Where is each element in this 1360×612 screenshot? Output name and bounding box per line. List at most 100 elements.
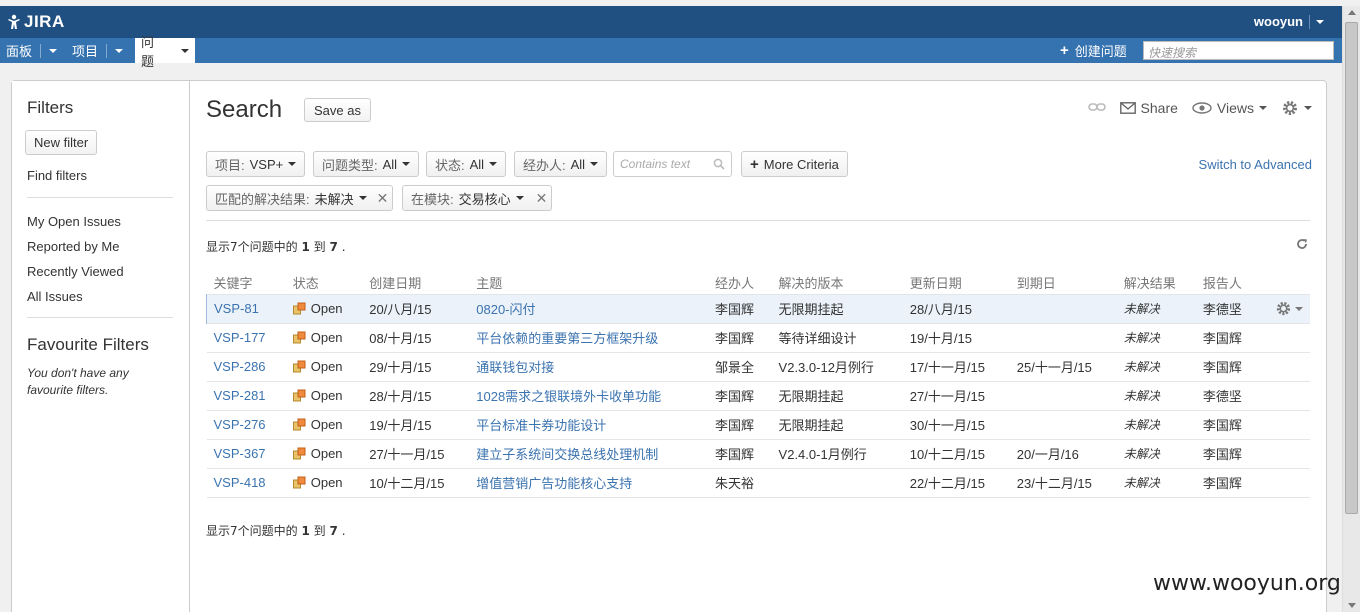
page-scrollbar[interactable] [1342, 6, 1360, 612]
column-header-due[interactable]: 到期日 [1010, 272, 1117, 294]
status: Open [310, 301, 343, 316]
column-header-created[interactable]: 创建日期 [362, 272, 469, 294]
issue-key-link[interactable]: VSP-286 [214, 359, 266, 374]
cell-reporter: 李德坚 [1195, 380, 1260, 410]
plus-icon: + [750, 155, 759, 173]
issue-key-link[interactable]: VSP-367 [214, 446, 266, 461]
criteria-value: All [469, 156, 485, 172]
due-date: 23/十二月/15 [1016, 476, 1092, 491]
chevron-down-icon [402, 162, 411, 166]
cell-issue-key: VSP-281 [206, 380, 286, 410]
cell-updated-date: 27/十一月/15 [902, 380, 1010, 410]
issue-key-link[interactable]: VSP-177 [214, 330, 266, 345]
column-header-resolution[interactable]: 解决结果 [1117, 272, 1196, 294]
refresh-icon[interactable] [1296, 237, 1308, 253]
filter-all-issues[interactable]: All Issues [27, 289, 83, 304]
filter-my-open-issues[interactable]: My Open Issues [27, 214, 121, 229]
cell-fix-version: V2.3.0-12月例行 [771, 351, 903, 381]
scroll-up-icon[interactable] [1348, 10, 1356, 15]
views-menu[interactable]: Views [1192, 100, 1267, 116]
nav-projects[interactable]: 项目 [66, 38, 129, 63]
cell-actions [1259, 351, 1310, 381]
issue-key-link[interactable]: VSP-81 [214, 301, 259, 316]
summary-link[interactable]: 0820-闪付 [476, 302, 535, 317]
issue-key-link[interactable]: VSP-281 [214, 388, 266, 403]
summary-link[interactable]: 平台依赖的重要第三方框架升级 [476, 331, 658, 346]
remove-criteria-resolution[interactable]: ✕ [373, 185, 393, 211]
table-row[interactable]: VSP-81 Open 20/八月/15 0820-闪付 李国辉 无限期挂起 28/八月/1… [205, 293, 1310, 323]
cell-updated-date: 19/十月/15 [902, 322, 1010, 352]
summary-link[interactable]: 通联钱包对接 [476, 360, 554, 375]
column-header-status[interactable]: 状态 [286, 272, 363, 294]
summary-link[interactable]: 平台标准卡券功能设计 [476, 418, 606, 433]
header-bar: JIRA wooyun [0, 6, 1342, 38]
issue-key-link[interactable]: VSP-276 [214, 417, 266, 432]
summary-link[interactable]: 建立子系统间交换总线处理机制 [476, 447, 658, 462]
table-row[interactable]: VSP-276 Open 19/十月/15 平台标准卡券功能设计 李国辉 无限期挂起 30/… [206, 409, 1310, 439]
reporter: 李国辉 [1202, 360, 1242, 375]
table-row[interactable]: VSP-286 Open 29/十月/15 通联钱包对接 邹景全 V2.3.0-12月例行… [206, 351, 1310, 381]
tools-menu[interactable] [1281, 99, 1312, 117]
switch-to-advanced-link[interactable]: Switch to Advanced [1199, 157, 1312, 172]
user-menu[interactable]: wooyun [1254, 14, 1324, 29]
column-header-reporter[interactable]: 报告人 [1196, 272, 1260, 294]
column-header-fix-version[interactable]: 解决的版本 [772, 272, 903, 294]
cell-reporter: 李国辉 [1195, 351, 1260, 381]
more-criteria-button[interactable]: + More Criteria [741, 151, 848, 177]
chevron-down-icon[interactable] [115, 48, 124, 53]
cell-status: Open [285, 380, 363, 410]
criteria-status[interactable]: 状态: All [426, 151, 507, 177]
cell-resolution: 未解决 [1116, 438, 1196, 468]
table-row[interactable]: VSP-418 Open 10/十二月/15 增值营销广告功能核心支持 朱天裕 22/十二… [206, 467, 1310, 498]
criteria-assignee[interactable]: 经办人: All [514, 151, 608, 177]
summary-link[interactable]: 1028需求之银联境外卡收单功能 [476, 389, 661, 404]
cell-due-date [1009, 409, 1117, 439]
permalink-icon[interactable] [1087, 100, 1106, 117]
jira-logo[interactable]: JIRA [6, 12, 65, 32]
nav-issues[interactable]: 问题 [135, 35, 195, 69]
chevron-down-icon[interactable] [181, 48, 189, 53]
share-button[interactable]: Share [1119, 100, 1178, 116]
cell-due-date [1009, 380, 1117, 410]
save-as-button[interactable]: Save as [304, 98, 371, 122]
scroll-down-icon[interactable] [1348, 603, 1356, 608]
table-row[interactable]: VSP-367 Open 27/十一月/15 建立子系统间交换总线处理机制 李国辉 V2.… [206, 438, 1310, 468]
nav-dashboards[interactable]: 面板 [0, 38, 63, 63]
assignee: 邹景全 [714, 360, 754, 375]
column-header-summary[interactable]: 主题 [469, 272, 708, 294]
nav-dashboards-label: 面板 [6, 44, 33, 59]
summary-link[interactable]: 增值营销广告功能核心支持 [476, 476, 632, 491]
column-header-key[interactable]: 关键字 [207, 272, 286, 294]
issue-key-link[interactable]: VSP-418 [214, 475, 266, 490]
cell-assignee: 邹景全 [707, 351, 772, 381]
chevron-down-icon[interactable] [49, 48, 58, 53]
quick-search-input[interactable]: 快速搜索 [1143, 41, 1334, 60]
create-issue-button[interactable]: + 创建问题 [1060, 38, 1127, 63]
resolution: 未解决 [1123, 389, 1160, 403]
new-filter-button[interactable]: New filter [25, 130, 98, 155]
text-search-input[interactable]: Contains text [613, 151, 732, 177]
criteria-resolution[interactable]: 匹配的解决结果: 未解决 [206, 185, 376, 211]
cell-due-date: 23/十二月/15 [1009, 467, 1117, 498]
divider [106, 43, 108, 58]
criteria-value: All [382, 156, 398, 172]
column-header-updated[interactable]: 更新日期 [903, 272, 1010, 294]
criteria-issue-type[interactable]: 问题类型: All [313, 151, 420, 177]
status: Open [310, 388, 343, 403]
criteria-component[interactable]: 在模块: 交易核心 [402, 185, 533, 211]
find-filters-link[interactable]: Find filters [27, 168, 87, 183]
filter-reported-by-me[interactable]: Reported by Me [27, 239, 120, 254]
table-row[interactable]: VSP-177 Open 08/十月/15 平台依赖的重要第三方框架升级 李国辉 等待详细… [206, 322, 1310, 352]
cell-created-date: 19/十月/15 [362, 409, 470, 439]
table-row[interactable]: VSP-281 Open 28/十月/15 1028需求之银联境外卡收单功能 李国辉 无限… [206, 380, 1310, 410]
scrollbar-thumb[interactable] [1345, 22, 1358, 514]
status: Open [310, 417, 343, 432]
chevron-down-icon [358, 196, 367, 200]
cell-fix-version [771, 467, 903, 498]
filter-recently-viewed[interactable]: Recently Viewed [27, 264, 124, 279]
open-status-icon [292, 331, 306, 344]
column-header-assignee[interactable]: 经办人 [708, 272, 772, 294]
criteria-project[interactable]: 项目: VSP+ [206, 151, 306, 177]
remove-criteria-component[interactable]: ✕ [532, 185, 552, 211]
row-actions-gear-icon[interactable] [1267, 300, 1303, 317]
